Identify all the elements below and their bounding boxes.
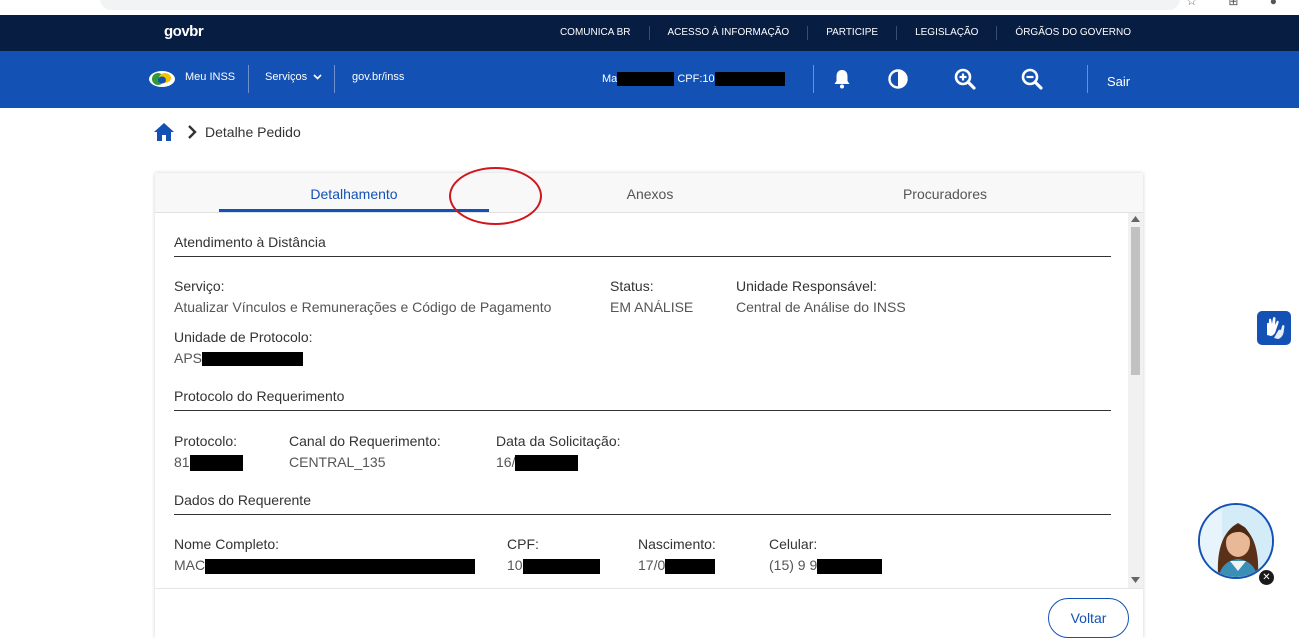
label-cpf: CPF:	[507, 536, 539, 552]
link-orgaos-governo[interactable]: ÓRGÃOS DO GOVERNO	[996, 26, 1149, 40]
tab-procuradores[interactable]: Procuradores	[855, 173, 1035, 213]
section-divider	[174, 514, 1111, 515]
close-icon[interactable]: ✕	[1259, 570, 1274, 585]
browser-toolbar: ☆ ⊞ ●	[0, 0, 1299, 15]
back-button[interactable]: Voltar	[1048, 598, 1129, 638]
section-title-requerente: Dados do Requerente	[174, 492, 311, 508]
value-cpf: 10	[507, 557, 600, 574]
bell-icon[interactable]	[830, 67, 854, 91]
label-protocolo: Protocolo:	[174, 433, 238, 449]
breadcrumb-current: Detalhe Pedido	[205, 124, 301, 140]
breadcrumb: Detalhe Pedido	[153, 121, 301, 143]
sign-language-hands-icon	[1267, 317, 1285, 339]
redacted-unidade-protocolo	[202, 352, 304, 367]
section-divider	[174, 410, 1111, 411]
tab-bar: Detalhamento Anexos Procuradores	[155, 173, 1143, 213]
nav-divider	[334, 65, 335, 93]
top-links: COMUNICA BR ACESSO À INFORMAÇÃO PARTICIP…	[542, 15, 1149, 51]
browser-extension-icons[interactable]: ☆ ⊞ ●	[1186, 0, 1291, 8]
redacted-nome-completo	[205, 558, 476, 574]
redacted-celular	[817, 558, 883, 574]
nav-divider	[1087, 65, 1088, 93]
govbr-logo[interactable]: govbr	[164, 23, 204, 40]
redacted-protocolo	[189, 455, 243, 472]
redacted-user-name	[617, 72, 675, 86]
link-acesso-informacao[interactable]: ACESSO À INFORMAÇÃO	[648, 26, 808, 40]
user-info: Ma CPF:10	[602, 72, 785, 86]
zoom-in-icon[interactable]	[953, 67, 977, 91]
value-unidade-protocolo: APS	[174, 350, 304, 367]
label-nome-completo: Nome Completo:	[174, 536, 280, 552]
link-legislacao[interactable]: LEGISLAÇÃO	[896, 26, 996, 40]
tab-detalhamento[interactable]: Detalhamento	[219, 173, 489, 213]
scroll-down-arrow-icon[interactable]	[1131, 577, 1140, 583]
value-canal: CENTRAL_135	[289, 454, 386, 470]
value-celular-prefix: (15) 9 9	[769, 557, 818, 573]
label-status: Status:	[610, 278, 654, 294]
vlibras-accessibility-button[interactable]	[1257, 311, 1291, 345]
redacted-cpf	[522, 558, 600, 574]
user-name-prefix: Ma	[602, 72, 618, 85]
label-nascimento: Nascimento:	[638, 536, 716, 552]
value-nome-completo: MAC	[174, 557, 476, 574]
content-scrollbar[interactable]	[1128, 213, 1143, 588]
govbr-top-bar: govbr COMUNICA BR ACESSO À INFORMAÇÃO PA…	[0, 15, 1299, 51]
scrollbar-thumb[interactable]	[1131, 227, 1140, 375]
value-servico: Atualizar Vínculos e Remunerações e Códi…	[174, 299, 552, 315]
value-unidade-protocolo-prefix: APS	[174, 350, 203, 366]
tab-anexos[interactable]: Anexos	[585, 173, 715, 213]
card-footer: Voltar	[155, 588, 1143, 638]
value-protocolo-prefix: 81	[174, 454, 190, 470]
contrast-icon[interactable]	[886, 67, 910, 91]
assistant-portrait-icon	[1200, 505, 1272, 577]
value-nascimento-prefix: 17/0	[638, 557, 666, 573]
value-cpf-prefix: 10	[507, 557, 523, 573]
link-comunica-br[interactable]: COMUNICA BR	[542, 26, 649, 40]
active-tab-indicator	[219, 209, 489, 212]
detail-content: Atendimento à Distância Serviço: Atualiz…	[155, 213, 1143, 588]
zoom-out-icon[interactable]	[1020, 67, 1044, 91]
home-icon[interactable]	[153, 122, 175, 142]
section-title-protocolo: Protocolo do Requerimento	[174, 388, 345, 404]
nav-divider	[248, 65, 249, 93]
redacted-data-solicitacao	[515, 455, 579, 472]
section-divider	[174, 256, 1111, 257]
value-data-solicitacao: 16/	[496, 454, 579, 472]
value-protocolo: 81	[174, 454, 243, 472]
virtual-assistant-avatar[interactable]	[1198, 503, 1274, 579]
logout-button[interactable]: Sair	[1107, 74, 1130, 89]
redacted-nascimento	[665, 558, 716, 574]
request-detail-card: Detalhamento Anexos Procuradores Atendim…	[155, 173, 1143, 638]
nav-meu-inss[interactable]: Meu INSS	[185, 71, 235, 83]
section-title-atendimento: Atendimento à Distância	[174, 234, 326, 250]
nav-servicos-label: Serviços	[265, 71, 308, 83]
value-data-prefix: 16/	[496, 454, 516, 470]
nav-divider	[813, 65, 814, 93]
value-status: EM ANÁLISE	[610, 299, 694, 315]
scroll-up-arrow-icon[interactable]	[1131, 216, 1140, 222]
value-celular: (15) 9 9	[769, 557, 883, 574]
link-participe[interactable]: PARTICIPE	[807, 26, 896, 40]
inss-logo-icon[interactable]	[148, 69, 176, 89]
chevron-down-icon	[313, 74, 322, 80]
label-unidade-responsavel: Unidade Responsável:	[736, 278, 877, 294]
inss-header-bar: Meu INSS Serviços gov.br/inss Ma CPF:10 …	[0, 51, 1299, 108]
label-data-solicitacao: Data da Solicitação:	[496, 433, 621, 449]
value-unidade-responsavel: Central de Análise do INSS	[736, 299, 906, 315]
browser-address-bar[interactable]	[100, 0, 1180, 10]
label-servico: Serviço:	[174, 278, 225, 294]
nav-govbr-inss[interactable]: gov.br/inss	[352, 71, 404, 83]
label-canal: Canal do Requerimento:	[289, 433, 441, 449]
value-nascimento: 17/0	[638, 557, 716, 574]
label-unidade-protocolo: Unidade de Protocolo:	[174, 329, 313, 345]
user-cpf-prefix: CPF:10	[677, 72, 715, 85]
redacted-user-cpf	[714, 72, 785, 86]
value-nome-prefix: MAC	[174, 557, 206, 573]
chevron-right-icon	[188, 125, 197, 139]
label-celular: Celular:	[769, 536, 818, 552]
nav-servicos-dropdown[interactable]: Serviços	[265, 71, 322, 83]
